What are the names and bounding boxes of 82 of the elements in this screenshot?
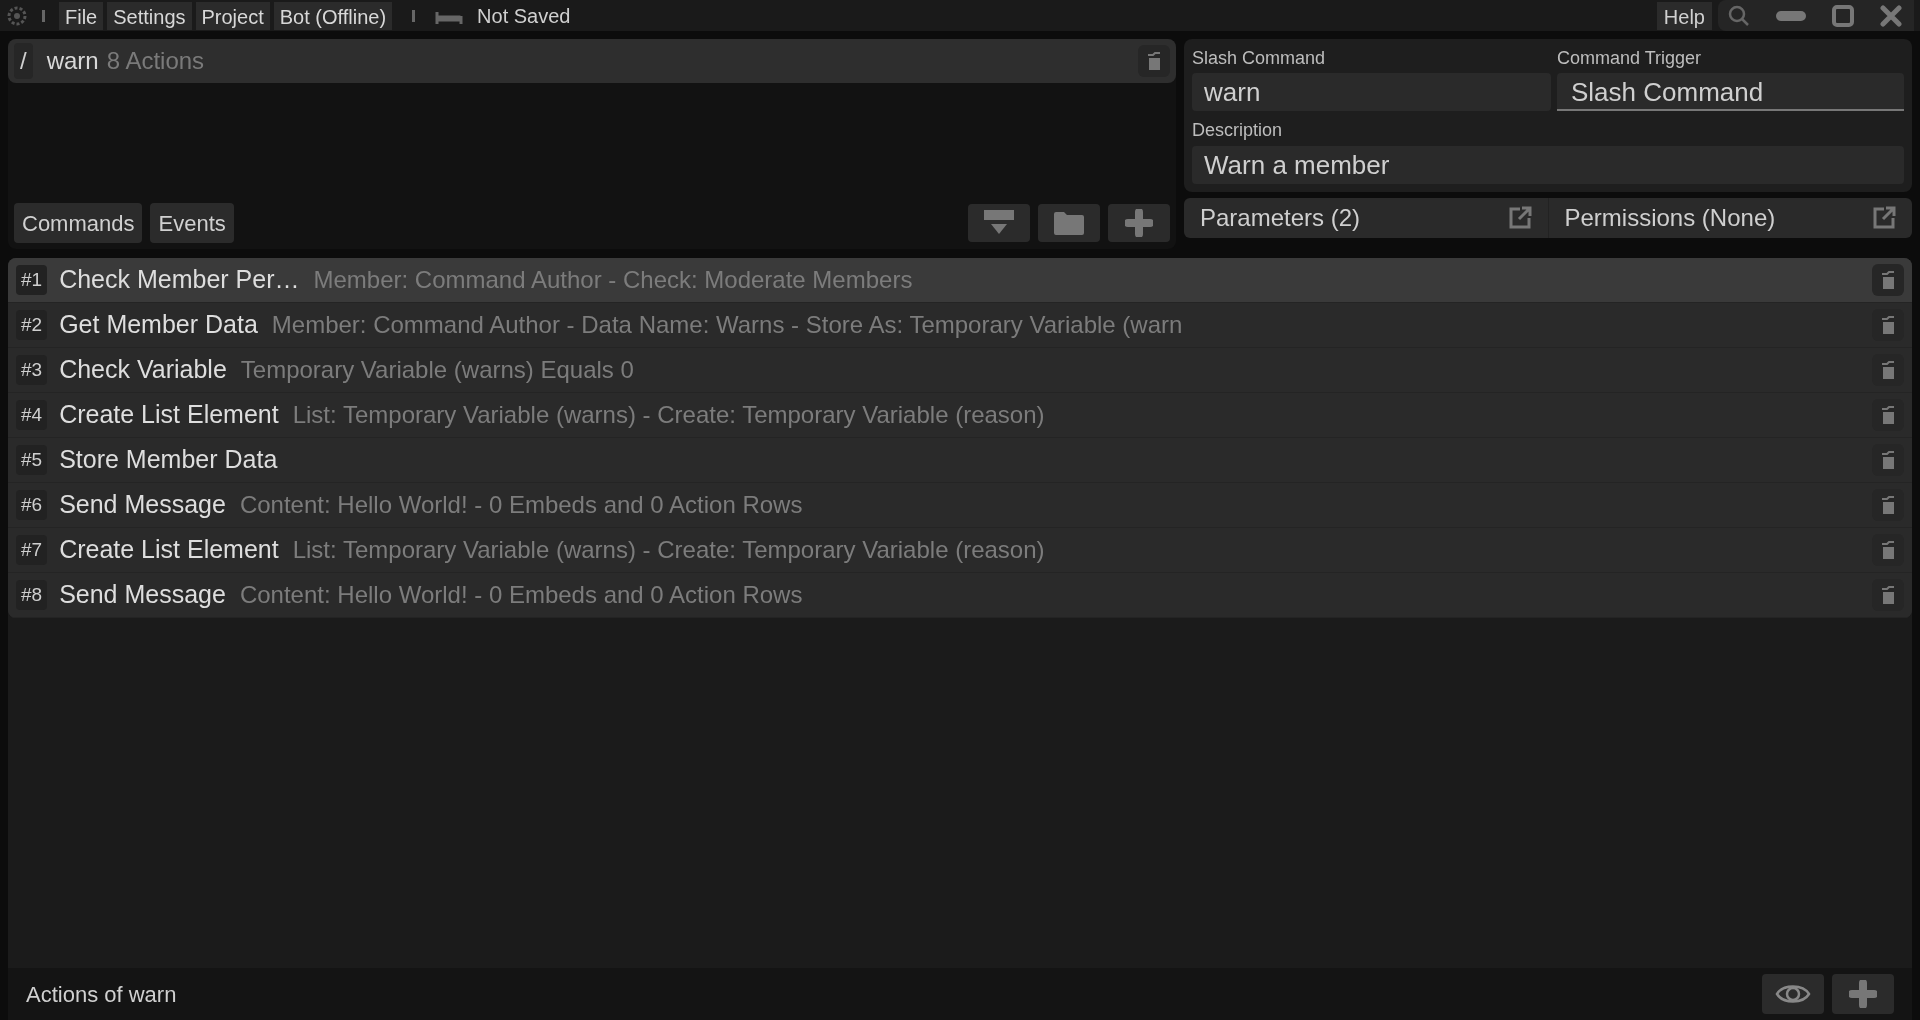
help-button[interactable]: Help [1656, 1, 1712, 30]
action-number: #5 [16, 445, 48, 475]
slash-command-field[interactable]: warn [1192, 73, 1551, 111]
action-summary: Content: Hello World! - 0 Embeds and 0 Action Rows [239, 580, 803, 610]
list-tab[interactable]: Events [150, 203, 234, 243]
menu-item[interactable]: Project [195, 1, 270, 30]
trash-icon [1881, 270, 1895, 290]
external-link-icon [1507, 206, 1532, 230]
action-name: Create List Element [59, 399, 279, 431]
add-action-button[interactable] [1832, 974, 1894, 1014]
plus-icon [1849, 980, 1877, 1008]
list-tab[interactable]: Commands [14, 203, 143, 243]
menu-item[interactable]: File [59, 1, 104, 30]
trash-icon [1147, 51, 1161, 71]
menu-item[interactable]: Settings [107, 1, 192, 30]
add-button[interactable] [1108, 204, 1170, 242]
field-label: Description [1192, 119, 1284, 142]
action-summary: Content: Hello World! - 0 Embeds and 0 Action Rows [239, 490, 803, 520]
description-field[interactable]: Warn a member [1192, 146, 1904, 184]
delete-button[interactable] [1872, 489, 1904, 521]
action-name: Create List Element [59, 534, 279, 566]
parameters-button[interactable]: Parameters (2) [1184, 198, 1549, 238]
action-name: Check Variable [59, 354, 227, 386]
action-number: #8 [16, 580, 48, 610]
action-name: Check Member Per… [59, 264, 300, 296]
delete-button[interactable] [1872, 354, 1904, 386]
action-number: #6 [16, 490, 48, 520]
folder-button[interactable] [1038, 204, 1100, 242]
action-summary: List: Temporary Variable (warns) - Create: Temporary Variable (reason) [292, 400, 1045, 430]
eye-icon [1775, 982, 1811, 1006]
action-row[interactable]: #1 Check Member Per… Member: Command Author - Check: Moderate Members [8, 258, 1912, 303]
delete-button[interactable] [1872, 534, 1904, 566]
action-number: #4 [16, 400, 48, 430]
trash-icon [1881, 450, 1895, 470]
command-name: warn [46, 46, 99, 76]
action-count: 8 Actions [106, 46, 205, 76]
action-summary: Temporary Variable (warns) Equals 0 [240, 355, 634, 385]
trash-icon [1881, 360, 1895, 380]
trash-icon [1881, 585, 1895, 605]
delete-button[interactable] [1872, 264, 1904, 296]
maximize-icon[interactable] [1832, 4, 1854, 27]
action-summary: Member: Command Author - Data Name: Warns - Store As: Temporary Variable (warn [271, 310, 1183, 340]
external-link-icon [1872, 206, 1896, 230]
status-title: Actions of warn [26, 980, 177, 1009]
plus-icon [1125, 209, 1153, 237]
action-name: Store Member Data [59, 444, 278, 476]
command-header[interactable]: / warn 8 Actions [8, 39, 1176, 83]
trash-icon [1881, 405, 1895, 425]
field-label: Slash Command [1192, 47, 1327, 70]
action-number: #7 [16, 535, 48, 565]
trigger-dropdown[interactable]: Slash Command [1557, 73, 1904, 111]
action-name: Send Message [59, 489, 226, 521]
search-icon[interactable] [1728, 4, 1750, 27]
trash-icon [1881, 315, 1895, 335]
permissions-button[interactable]: Permissions (None) [1548, 198, 1912, 238]
close-icon[interactable] [1880, 4, 1902, 27]
gear-icon[interactable] [6, 4, 28, 27]
download-arrow-icon [984, 210, 1014, 236]
delete-button[interactable] [1872, 444, 1904, 476]
delete-button[interactable] [1872, 309, 1904, 341]
menu-item[interactable]: Bot (Offline) [273, 1, 393, 30]
action-name: Get Member Data [59, 309, 258, 341]
collapse-button[interactable] [968, 204, 1030, 242]
minimize-icon[interactable] [1776, 10, 1806, 21]
trash-icon [1881, 495, 1895, 515]
delete-button[interactable] [1872, 579, 1904, 611]
delete-button[interactable] [1138, 45, 1170, 77]
action-summary: Member: Command Author - Check: Moderate Members [313, 265, 913, 295]
folder-icon [1054, 211, 1084, 235]
action-number: #2 [16, 310, 48, 340]
separator-icon [42, 9, 45, 22]
action-number: #3 [16, 355, 48, 385]
delete-button[interactable] [1872, 399, 1904, 431]
action-name: Send Message [59, 579, 226, 611]
separator-icon [412, 9, 416, 22]
trash-icon [1881, 540, 1895, 560]
field-label: Command Trigger [1557, 47, 1703, 70]
action-number: #1 [16, 265, 48, 295]
preview-button[interactable] [1762, 974, 1824, 1014]
slash-prefix: / [14, 43, 33, 79]
save-status: Not Saved [477, 3, 571, 29]
action-summary: List: Temporary Variable (warns) - Create: Temporary Variable (reason) [292, 535, 1045, 565]
